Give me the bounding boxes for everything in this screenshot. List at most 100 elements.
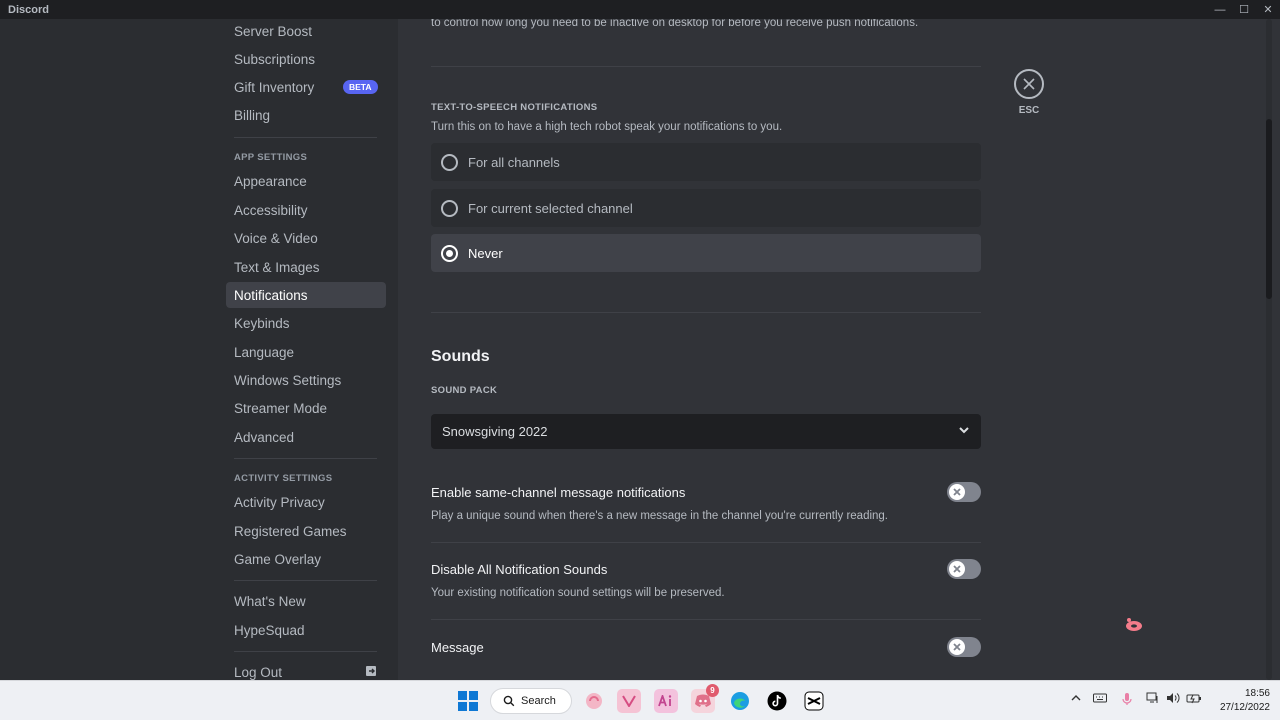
push-inactive-desc: to control how long you need to be inact… (431, 19, 919, 29)
toggle-off-icon (949, 639, 965, 655)
nav-item-gift-inventory[interactable]: Gift Inventory BETA (226, 74, 386, 100)
nav-item-billing[interactable]: Billing (226, 102, 386, 128)
taskbar-search[interactable]: Search (490, 688, 572, 714)
nav-divider (234, 137, 377, 138)
setting-row-same-channel: Enable same-channel message notification… (431, 482, 981, 506)
nav-item-label: Text & Images (234, 259, 320, 275)
setting-row-disable-all: Disable All Notification Sounds (431, 559, 981, 583)
nav-item-appearance[interactable]: Appearance (226, 168, 386, 194)
activity-settings-header: ACTIVITY SETTINGS (234, 473, 333, 484)
setting-title: Enable same-channel message notification… (431, 485, 686, 500)
nav-item-keybinds[interactable]: Keybinds (226, 310, 386, 336)
nav-item-notifications[interactable]: Notifications (226, 282, 386, 308)
close-icon (1014, 69, 1044, 99)
nav-item-label: Appearance (234, 173, 307, 189)
nav-item-label: Gift Inventory (234, 79, 315, 95)
sound-pack-header: SOUND PACK (431, 385, 498, 396)
nav-item-hypesquad[interactable]: HypeSquad (226, 617, 386, 643)
nav-item-label: Notifications (234, 287, 308, 303)
radio-label: For all channels (468, 154, 560, 170)
setting-desc: Your existing notification sound setting… (431, 587, 725, 599)
search-label: Search (521, 695, 556, 707)
capcut-icon[interactable] (802, 689, 826, 713)
nav-item-label: Billing (234, 107, 271, 123)
nav-item-label: Game Overlay (234, 551, 322, 567)
floating-donut-icon (1124, 615, 1144, 640)
esc-close-button[interactable]: ESC (1014, 69, 1044, 116)
notifications-content: to control how long you need to be inact… (398, 19, 1280, 680)
network-icon[interactable] (1146, 692, 1160, 707)
logout-icon (366, 665, 376, 679)
toggle-off-icon (949, 561, 965, 577)
app-title: Discord (8, 3, 49, 16)
disable-all-sounds-toggle[interactable] (947, 559, 981, 579)
pinned-app-icon[interactable] (617, 689, 641, 713)
nav-divider (234, 651, 377, 652)
notification-badge: 9 (706, 684, 719, 697)
volume-icon[interactable] (1166, 692, 1180, 707)
nav-item-registered-games[interactable]: Registered Games (226, 518, 386, 544)
title-bar: Discord — ☐ ✕ (0, 0, 1280, 19)
nav-item-label: Subscriptions (234, 51, 316, 67)
keyboard-icon[interactable] (1093, 692, 1107, 707)
edge-browser-icon[interactable] (728, 689, 752, 713)
maximize-icon[interactable]: ☐ (1232, 0, 1256, 19)
tiktok-icon[interactable] (765, 689, 789, 713)
system-clock[interactable]: 18:56 27/12/2022 (1208, 687, 1270, 715)
tts-option-all-channels[interactable]: For all channels (431, 143, 981, 181)
same-channel-toggle[interactable] (947, 482, 981, 502)
radio-unchecked-icon (441, 199, 458, 217)
sounds-title: Sounds (431, 348, 490, 365)
nav-item-server-boost[interactable]: Server Boost (226, 18, 386, 44)
beta-badge: BETA (343, 80, 378, 94)
setting-title: Disable All Notification Sounds (431, 562, 608, 577)
microphone-icon[interactable] (1121, 692, 1133, 709)
window-controls: — ☐ ✕ (1208, 0, 1280, 19)
nav-item-label: Server Boost (234, 23, 313, 39)
app-pinned-icon[interactable] (582, 689, 606, 713)
setting-title: Message (431, 640, 484, 655)
nav-item-label: Advanced (234, 429, 295, 445)
tts-option-never[interactable]: Never (431, 234, 981, 272)
sound-pack-select[interactable]: Snowsgiving 2022 (431, 414, 981, 449)
section-divider (431, 66, 981, 67)
tts-option-current-channel[interactable]: For current selected channel (431, 189, 981, 227)
setting-row-message: Message (431, 637, 981, 661)
start-windows-icon[interactable] (456, 689, 480, 713)
nav-item-activity-privacy[interactable]: Activity Privacy (226, 489, 386, 515)
nav-item-whats-new[interactable]: What's New (226, 588, 386, 614)
nav-item-game-overlay[interactable]: Game Overlay (226, 546, 386, 572)
nav-item-windows-settings[interactable]: Windows Settings (226, 367, 386, 393)
scrollbar-thumb[interactable] (1266, 119, 1272, 299)
nav-item-label: Keybinds (234, 315, 290, 331)
message-sound-toggle[interactable] (947, 637, 981, 657)
section-divider (431, 312, 981, 313)
discord-taskbar-icon[interactable]: 9 (691, 684, 719, 713)
search-icon (503, 695, 515, 707)
toggle-off-icon (949, 484, 965, 500)
tray-chevron-up-icon[interactable] (1070, 692, 1082, 707)
nav-item-language[interactable]: Language (226, 339, 386, 365)
close-window-icon[interactable]: ✕ (1256, 0, 1280, 19)
battery-icon[interactable] (1186, 692, 1202, 707)
nav-item-advanced[interactable]: Advanced (226, 424, 386, 450)
nav-item-accessibility[interactable]: Accessibility (226, 197, 386, 223)
esc-label: ESC (1018, 105, 1040, 116)
radio-unchecked-icon (441, 153, 458, 171)
nav-item-text-images[interactable]: Text & Images (226, 254, 386, 280)
nav-item-label: Accessibility (234, 202, 308, 218)
setting-divider (431, 542, 981, 543)
nav-item-streamer-mode[interactable]: Streamer Mode (226, 395, 386, 421)
ai-app-icon[interactable] (654, 689, 678, 713)
radio-label: Never (468, 245, 503, 261)
nav-item-label: Language (234, 344, 295, 360)
radio-label: For current selected channel (468, 200, 633, 216)
chevron-down-icon (959, 427, 969, 434)
nav-item-voice-video[interactable]: Voice & Video (226, 225, 386, 251)
minimize-icon[interactable]: — (1208, 0, 1232, 19)
windows-taskbar: Search 9 18:56 27/12/2022 (0, 680, 1280, 720)
nav-divider (234, 580, 377, 581)
nav-item-label: Windows Settings (234, 372, 342, 388)
sound-pack-value: Snowsgiving 2022 (442, 424, 548, 439)
nav-item-subscriptions[interactable]: Subscriptions (226, 46, 386, 72)
